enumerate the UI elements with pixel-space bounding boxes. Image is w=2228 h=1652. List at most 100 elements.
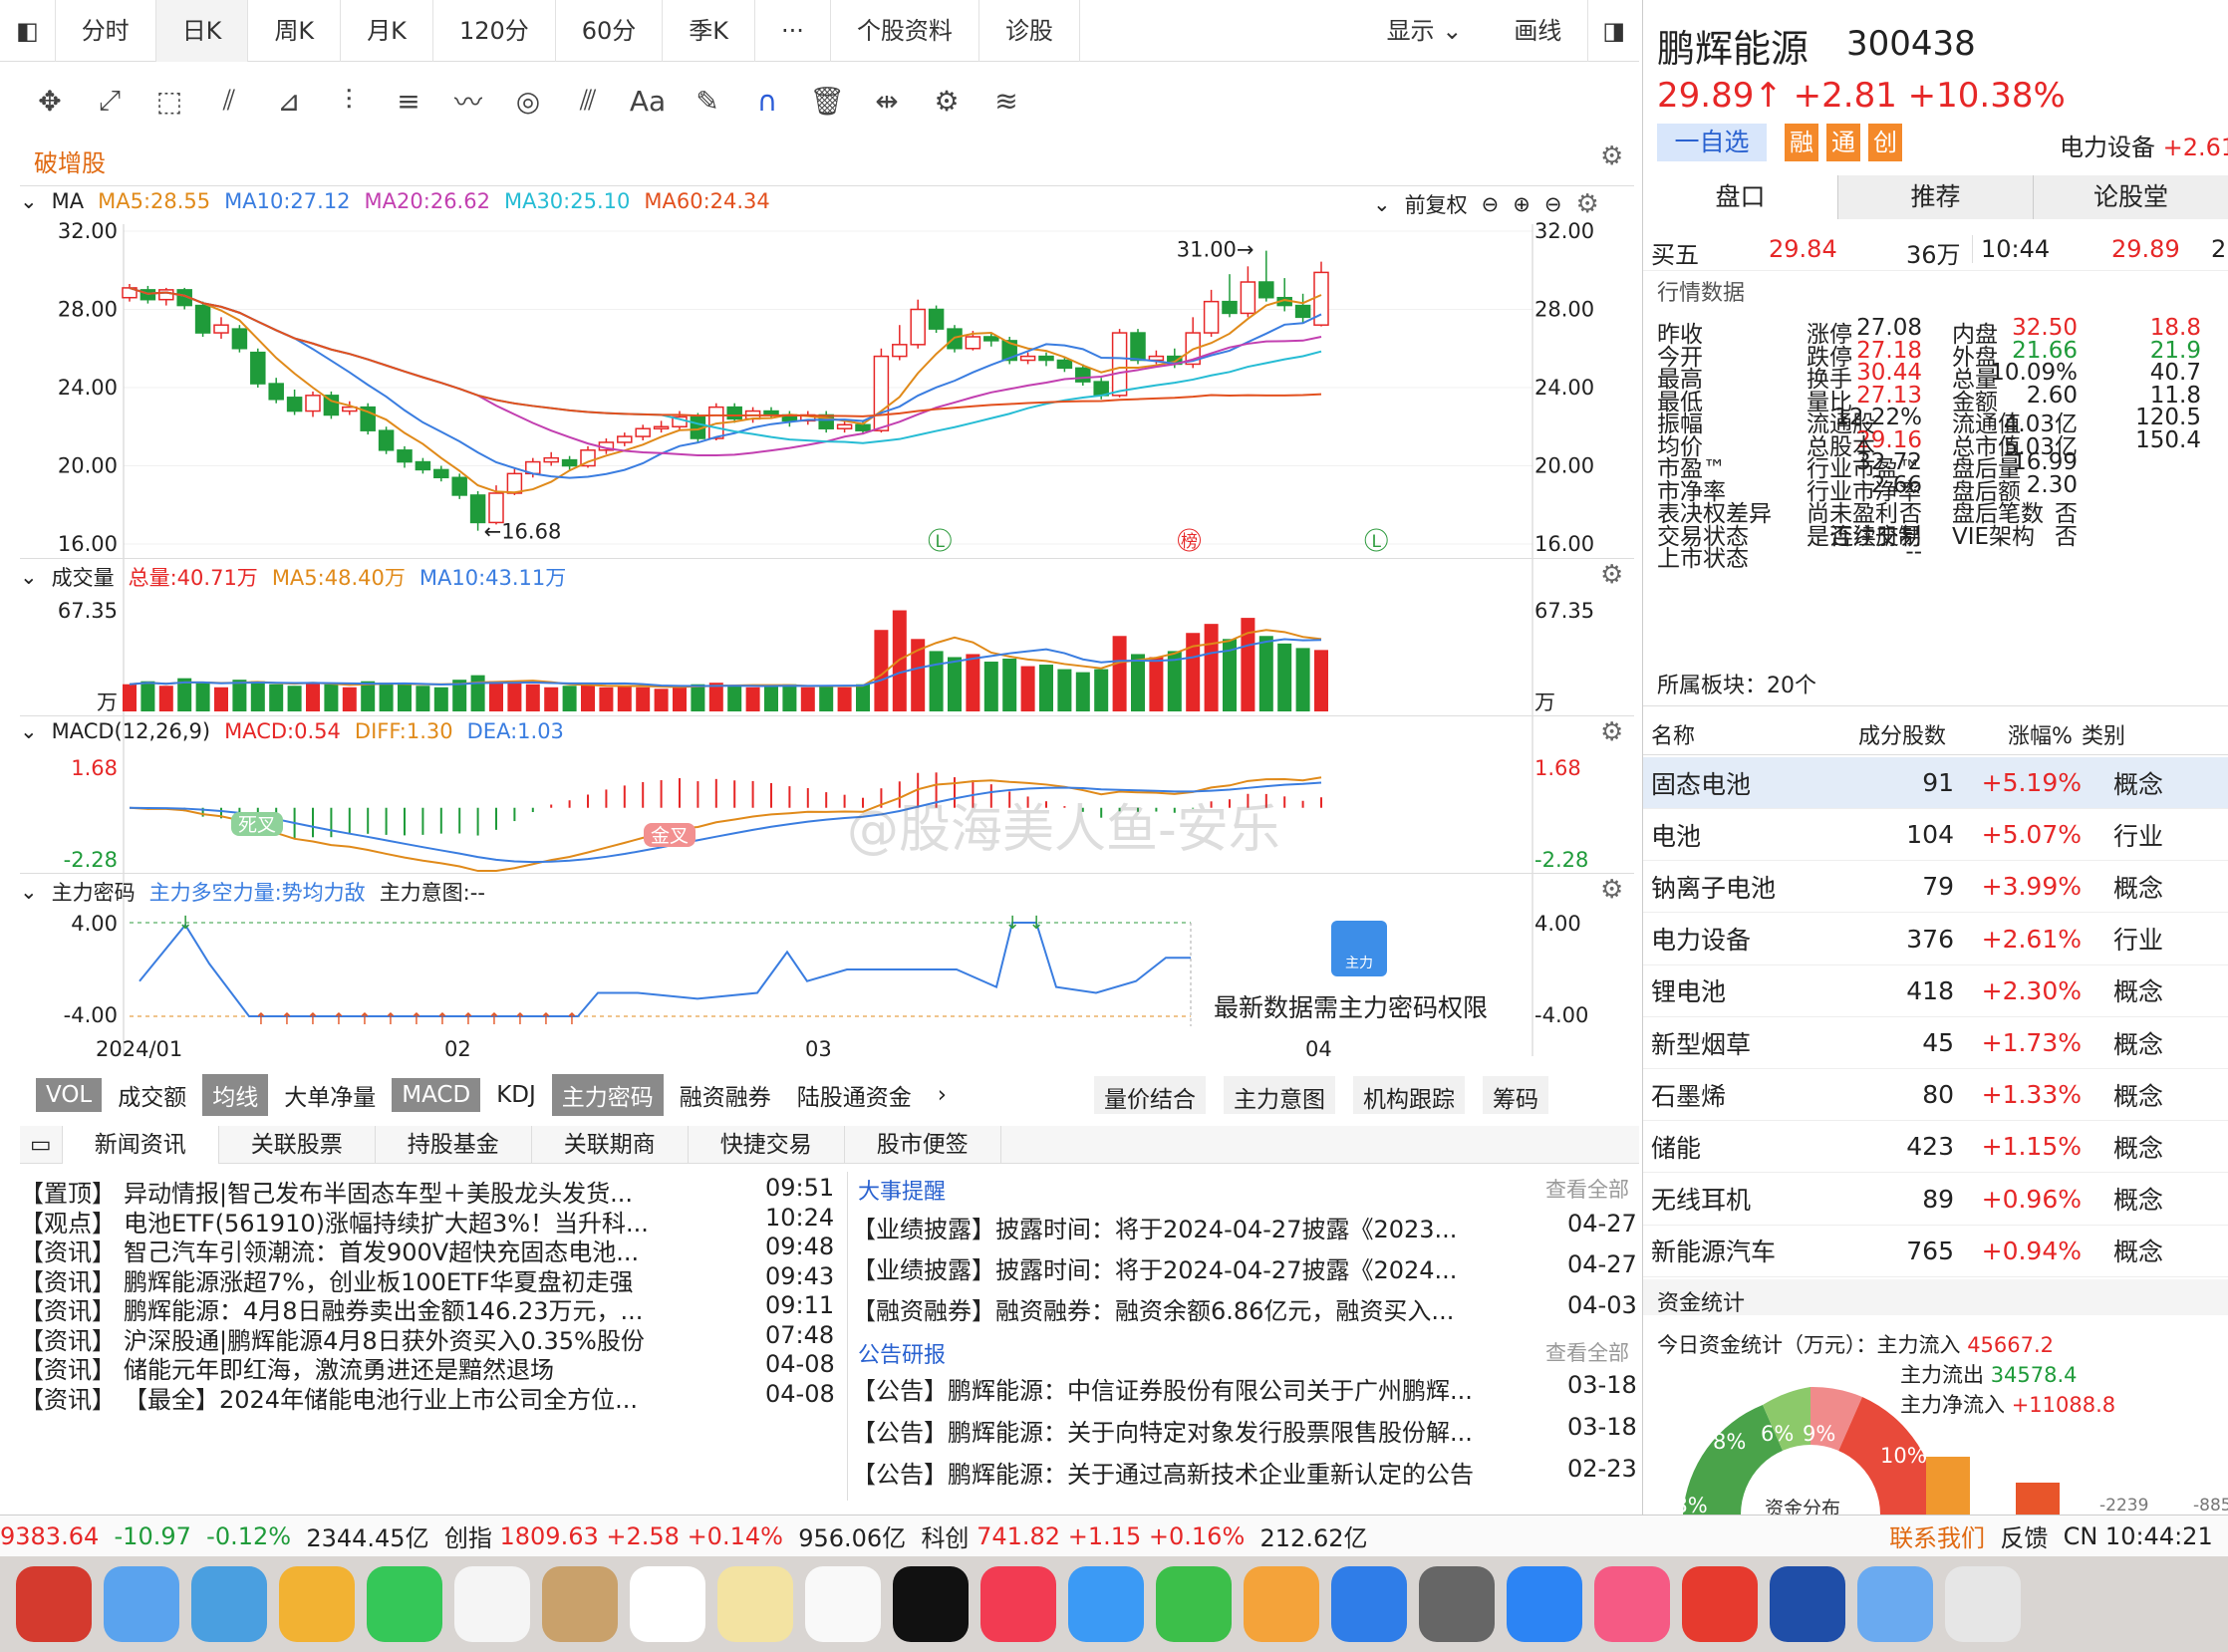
indicator-tab-8[interactable]: 陆股通资金	[787, 1074, 922, 1116]
sector-row[interactable]: 储能 423 +1.15% 概念	[1643, 1121, 2228, 1174]
zl-axis-top-left: 4.00	[71, 912, 118, 936]
dock-app-17-icon[interactable]	[1507, 1566, 1582, 1642]
indicator-tab-7[interactable]: 融资融券	[670, 1074, 781, 1116]
stock-badge-1[interactable]: 通	[1826, 124, 1860, 161]
indicator-tab-3[interactable]: 大单净量	[274, 1074, 386, 1116]
quote-tab-2[interactable]: 论股堂	[2034, 175, 2228, 219]
collapse-chevron-icon-zl[interactable]: ⌄	[20, 880, 38, 904]
news-tab-2[interactable]: 持股基金	[376, 1125, 532, 1164]
zl-settings-gear-icon[interactable]: ⚙	[1600, 875, 1623, 905]
dock-app-20-icon[interactable]	[1770, 1566, 1845, 1642]
sector-row[interactable]: 无线耳机 89 +0.96% 概念	[1643, 1174, 2228, 1226]
dock-app-5-icon[interactable]	[454, 1566, 530, 1642]
event-item[interactable]: 【业绩披露】 披露时间：将于2024-04-27披露《2024... 04-27	[852, 1250, 1639, 1285]
sector-header-2[interactable]: 涨幅%	[2008, 718, 2073, 750]
quote-tab-1[interactable]: 推荐	[1838, 175, 2034, 219]
dock-app-12-icon[interactable]	[1068, 1566, 1144, 1642]
news-tab-5[interactable]: 股市便签	[845, 1125, 1001, 1164]
event-item[interactable]: 【业绩披露】 披露时间：将于2024-04-27披露《2023... 04-27	[852, 1210, 1639, 1244]
quote-panel: 鹏辉能源 300438 29.89↑ +2.81 +10.38% 一自选 融通创…	[1642, 0, 2228, 1514]
dock-app-16-icon[interactable]	[1419, 1566, 1495, 1642]
indicator-tab-1[interactable]: 成交额	[108, 1074, 196, 1116]
indicator-tab-2[interactable]: 均线	[202, 1074, 269, 1116]
candle-body	[415, 460, 431, 471]
dock-app-6-icon[interactable]	[542, 1566, 618, 1642]
dock-app-9-icon[interactable]	[805, 1566, 881, 1642]
sector-row[interactable]: 电池 104 +5.07% 行业	[1643, 809, 2228, 862]
indicator-right-tab-3[interactable]: 筹码	[1483, 1076, 1548, 1114]
sector-row[interactable]: 固态电池 91 +5.19% 概念	[1643, 757, 2228, 809]
indicator-tab-0[interactable]: VOL	[36, 1078, 103, 1112]
collapse-chevron-icon-macd[interactable]: ⌄	[20, 719, 38, 743]
announce-item[interactable]: 【公告】 鹏辉能源：中信证券股份有限公司关于广州鹏辉... 03-18	[852, 1371, 1639, 1406]
dock-app-1-icon[interactable]	[104, 1566, 179, 1642]
news-tab-1[interactable]: 关联股票	[219, 1125, 376, 1164]
sector-name: 储能	[1651, 1133, 1702, 1163]
sector-row[interactable]: 新能源汽车 765 +0.94% 概念	[1643, 1226, 2228, 1277]
dock-app-0-icon[interactable]	[16, 1566, 92, 1642]
indicator-tab-4[interactable]: MACD	[392, 1078, 481, 1112]
sector-header-1[interactable]: 成分股数	[1858, 718, 1946, 750]
sector-header-0[interactable]: 名称	[1651, 718, 1695, 750]
volume-bar	[1295, 648, 1310, 711]
sector-row[interactable]: 锂电池 418 +2.30% 概念	[1643, 965, 2228, 1017]
dock-app-3-icon[interactable]	[279, 1566, 355, 1642]
event-item[interactable]: 【融资融券】 融资融券：融资余额6.86亿元，融资买入... 04-03	[852, 1291, 1639, 1326]
dock-app-14-icon[interactable]	[1244, 1566, 1319, 1642]
feedback-link[interactable]: 反馈	[2000, 1518, 2048, 1553]
news-tab-3[interactable]: 关联期商	[532, 1125, 689, 1164]
volume-bar	[581, 684, 595, 711]
dock-app-18-icon[interactable]	[1594, 1566, 1670, 1642]
dock-app-21-icon[interactable]	[1857, 1566, 1933, 1642]
sector-row[interactable]: 电力设备 376 +2.61% 行业	[1643, 914, 2228, 965]
dock-app-4-icon[interactable]	[367, 1566, 442, 1642]
quote-tab-0[interactable]: 盘口	[1643, 175, 1838, 219]
dock-app-11-icon[interactable]	[980, 1566, 1056, 1642]
diff-value: DIFF:1.30	[354, 719, 453, 743]
dock-app-19-icon[interactable]	[1682, 1566, 1758, 1642]
add-watchlist-button[interactable]: 一自选	[1657, 124, 1767, 161]
zl-up-arrow-icon: ↑	[410, 1009, 422, 1028]
industry-pct: +2.61	[2162, 134, 2228, 161]
sector-row[interactable]: 新型烟草 45 +1.73% 概念	[1643, 1017, 2228, 1069]
announce-item[interactable]: 【公告】 鹏辉能源：关于通过高新技术企业重新认定的公告 02-23	[852, 1455, 1639, 1490]
dock-app-2-icon[interactable]	[191, 1566, 267, 1642]
news-collapse-icon[interactable]: ▭	[20, 1125, 63, 1164]
indicator-right-tab-1[interactable]: 主力意图	[1224, 1076, 1335, 1114]
collapse-chevron-icon-vol[interactable]: ⌄	[20, 565, 38, 589]
indicator-right-tab-0[interactable]: 量价结合	[1094, 1076, 1206, 1114]
news-item[interactable]: 【资讯】 【最全】2024年储能电池行业上市公司全方位... 04-08	[20, 1380, 837, 1415]
stock-badge-0[interactable]: 融	[1785, 124, 1818, 161]
sector-pct: +1.73%	[1981, 1028, 2082, 1057]
news-tab-4[interactable]: 快捷交易	[689, 1125, 845, 1164]
dock-app-7-icon[interactable]	[630, 1566, 705, 1642]
stock-badge-2[interactable]: 创	[1868, 124, 1902, 161]
news-tab-0[interactable]: 新闻资讯	[62, 1125, 219, 1164]
lock-icon[interactable]: 主力	[1331, 921, 1387, 976]
announce-item[interactable]: 【公告】 鹏辉能源：关于向特定对象发行股票限售股份解... 03-18	[852, 1413, 1639, 1448]
announce-viewall-link[interactable]: 查看全部	[1545, 1337, 1629, 1367]
indicator-tab-5[interactable]: KDJ	[486, 1078, 546, 1112]
contact-us-link[interactable]: 联系我们	[1889, 1518, 1985, 1553]
kline-svg[interactable]: 32.00 32.00 28.00 28.00 24.00 24.00 20.00 20.00…	[0, 0, 1639, 1096]
indicator-more-icon[interactable]: ›	[928, 1078, 957, 1112]
volume-settings-gear-icon[interactable]: ⚙	[1600, 560, 1623, 590]
sector-type: 概念	[2113, 1133, 2164, 1163]
sector-pct: +2.30%	[1981, 975, 2082, 1005]
indicator-right-tab-2[interactable]: 机构跟踪	[1353, 1076, 1465, 1114]
events-viewall-link[interactable]: 查看全部	[1545, 1174, 1629, 1204]
vol-unit-left: 万	[97, 690, 118, 714]
indicator-tab-6[interactable]: 主力密码	[551, 1074, 664, 1116]
dock-app-13-icon[interactable]	[1156, 1566, 1232, 1642]
cy-index: 1809.63	[499, 1521, 599, 1550]
dock-app-22-icon[interactable]	[1945, 1566, 2021, 1642]
sector-row[interactable]: 钠离子电池 79 +3.99% 概念	[1643, 861, 2228, 914]
sector-header-3[interactable]: 类别	[2082, 718, 2125, 750]
macd-settings-gear-icon[interactable]: ⚙	[1600, 717, 1623, 747]
sector-row[interactable]: 石墨烯 80 +1.33% 概念	[1643, 1069, 2228, 1122]
dock-app-10-icon[interactable]	[893, 1566, 969, 1642]
zl-label: 主力密码	[51, 881, 136, 905]
candle-body	[1130, 332, 1146, 362]
dock-app-15-icon[interactable]	[1331, 1566, 1407, 1642]
dock-app-8-icon[interactable]	[717, 1566, 793, 1642]
